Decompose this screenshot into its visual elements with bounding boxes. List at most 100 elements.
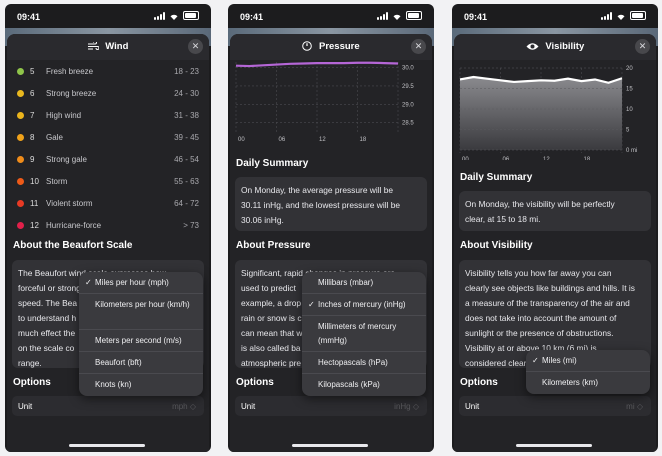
menu-item[interactable]: Hectopascals (hPa)	[302, 352, 426, 374]
sheet-title: Pressure	[318, 41, 360, 52]
force-color-dot	[17, 199, 24, 207]
unit-label: Unit	[241, 402, 256, 411]
unit-value[interactable]: mi ◇	[626, 402, 643, 411]
wifi-icon	[170, 14, 178, 20]
text-line: 30.11 inHg, and the lowest pressure will…	[241, 200, 401, 210]
visibility-area	[460, 77, 622, 150]
x-tick-label: 00	[462, 157, 469, 160]
checkmark-icon: ✓	[532, 356, 539, 365]
wind-icon	[87, 41, 99, 50]
wind-screen: 09:41 Wind ✕ 5 Fresh breeze 18 - 23 6 Strong…	[5, 4, 211, 452]
close-button[interactable]: ✕	[411, 39, 426, 54]
y-tick-label: 20	[626, 66, 633, 72]
beaufort-row: 10 Storm 55 - 63	[17, 170, 199, 192]
gauge-icon	[302, 41, 313, 52]
sheet-title: Wind	[105, 41, 129, 52]
text-line: 30.06 inHg.	[241, 215, 284, 225]
force-name: Fresh breeze	[46, 66, 94, 76]
menu-item[interactable]: Millimeters of mercury (mmHg)	[302, 316, 426, 352]
menu-item[interactable]: ✓ Inches of mercury (inHg)	[302, 294, 426, 316]
status-bar: 09:41	[228, 4, 434, 30]
force-name: Violent storm	[46, 198, 93, 208]
wifi-icon	[617, 14, 625, 20]
menu-item[interactable]: Kilopascals (kPa)	[302, 374, 426, 396]
summary-heading: Daily Summary	[236, 158, 309, 169]
force-name: Gale	[46, 132, 63, 142]
unit-label: Unit	[465, 402, 480, 411]
menu-item[interactable]: Meters per second (m/s)	[79, 330, 203, 352]
menu-item[interactable]: Kilometers (km)	[526, 372, 650, 394]
menu-item-label: Kilometers per hour (km/h)	[95, 300, 190, 309]
unit-value[interactable]: mph ◇	[172, 402, 196, 411]
beaufort-row: 12 Hurricane-force > 73	[17, 214, 199, 236]
y-tick-label: 29.5	[402, 84, 414, 90]
about-heading: About Visibility	[460, 240, 533, 251]
cellular-signal-icon	[601, 11, 612, 20]
y-tick-label: 5	[626, 128, 630, 134]
summary-card: On Monday, the average pressure will be 3…	[235, 177, 427, 231]
text-line: sunlight or the presence of obstructions…	[465, 328, 614, 338]
x-tick-label: 12	[543, 157, 550, 160]
menu-item[interactable]: ✓ Miles per hour (mph)	[79, 272, 203, 294]
unit-menu: ✓ Miles per hour (mph) Kilometers per hour…	[79, 272, 203, 396]
force-color-dot	[17, 111, 24, 119]
force-number: 12	[30, 220, 39, 230]
text-line: clearly see objects like buildings and h…	[465, 283, 635, 293]
x-tick-label: 06	[279, 137, 286, 143]
unit-row[interactable]: Unit inHg ◇	[235, 396, 427, 416]
menu-item[interactable]: Millibars (mbar)	[302, 272, 426, 294]
force-color-dot	[17, 177, 24, 185]
y-tick-label: 28.5	[402, 121, 414, 127]
menu-item-label: Millibars (mbar)	[318, 278, 374, 287]
menu-item-label: Miles (mi)	[542, 356, 577, 365]
home-indicator	[292, 444, 368, 447]
options-heading: Options	[236, 377, 274, 388]
force-range: 18 - 23	[174, 66, 199, 76]
force-range: > 73	[183, 220, 199, 230]
wifi-icon	[393, 14, 401, 20]
unit-row[interactable]: Unit mi ◇	[459, 396, 651, 416]
options-heading: Options	[460, 377, 498, 388]
y-tick-label: 0 mi	[626, 148, 637, 154]
text-line: On Monday, the average pressure will be	[241, 185, 394, 195]
menu-item-label: Knots (kn)	[95, 380, 132, 389]
beaufort-row: 8 Gale 39 - 45	[17, 126, 199, 148]
force-color-dot	[17, 155, 24, 163]
checkmark-icon: ✓	[308, 300, 315, 309]
force-name: Strong gale	[46, 154, 87, 164]
force-color-dot	[17, 221, 24, 229]
force-color-dot	[17, 133, 24, 141]
menu-item-label: Hectopascals (hPa)	[318, 358, 388, 367]
beaufort-row: 9 Strong gale 46 - 54	[17, 148, 199, 170]
menu-item[interactable]: Beaufort (bft)	[79, 352, 203, 374]
x-tick-label: 12	[319, 137, 326, 143]
options-heading: Options	[13, 377, 51, 388]
menu-item-label: Kilopascals (kPa)	[318, 380, 380, 389]
summary-card: On Monday, the visibility will be perfec…	[459, 191, 651, 231]
beaufort-row: 11 Violent storm 64 - 72	[17, 192, 199, 214]
y-tick-label: 29.0	[402, 102, 414, 108]
menu-item-label: Beaufort (bft)	[95, 358, 142, 367]
text-line: a measure of the transparency of the air…	[465, 298, 630, 308]
force-range: 39 - 45	[174, 132, 199, 142]
force-range: 46 - 54	[174, 154, 199, 164]
x-tick-label: 18	[584, 157, 591, 160]
force-range: 55 - 63	[174, 176, 199, 186]
summary-heading: Daily Summary	[460, 172, 533, 183]
close-button[interactable]: ✕	[188, 39, 203, 54]
status-time: 09:41	[17, 12, 41, 22]
menu-item[interactable]: ✓ Miles (mi)	[526, 350, 650, 372]
about-heading: About the Beaufort Scale	[13, 240, 133, 251]
force-name: High wind	[46, 110, 82, 120]
unit-menu: ✓ Miles (mi) Kilometers (km)	[526, 350, 650, 394]
text-line: clear, at 15 to 18 mi.	[465, 214, 541, 224]
close-button[interactable]: ✕	[635, 39, 650, 54]
menu-item-label: Miles per hour (mph)	[95, 278, 169, 287]
unit-value[interactable]: inHg ◇	[394, 402, 419, 411]
force-number: 8	[30, 132, 35, 142]
menu-item[interactable]: Knots (kn)	[79, 374, 203, 396]
menu-item[interactable]: Kilometers per hour (km/h)	[79, 294, 203, 330]
beaufort-row: 6 Strong breeze 24 - 30	[17, 82, 199, 104]
force-number: 7	[30, 110, 35, 120]
unit-row[interactable]: Unit mph ◇	[12, 396, 204, 416]
